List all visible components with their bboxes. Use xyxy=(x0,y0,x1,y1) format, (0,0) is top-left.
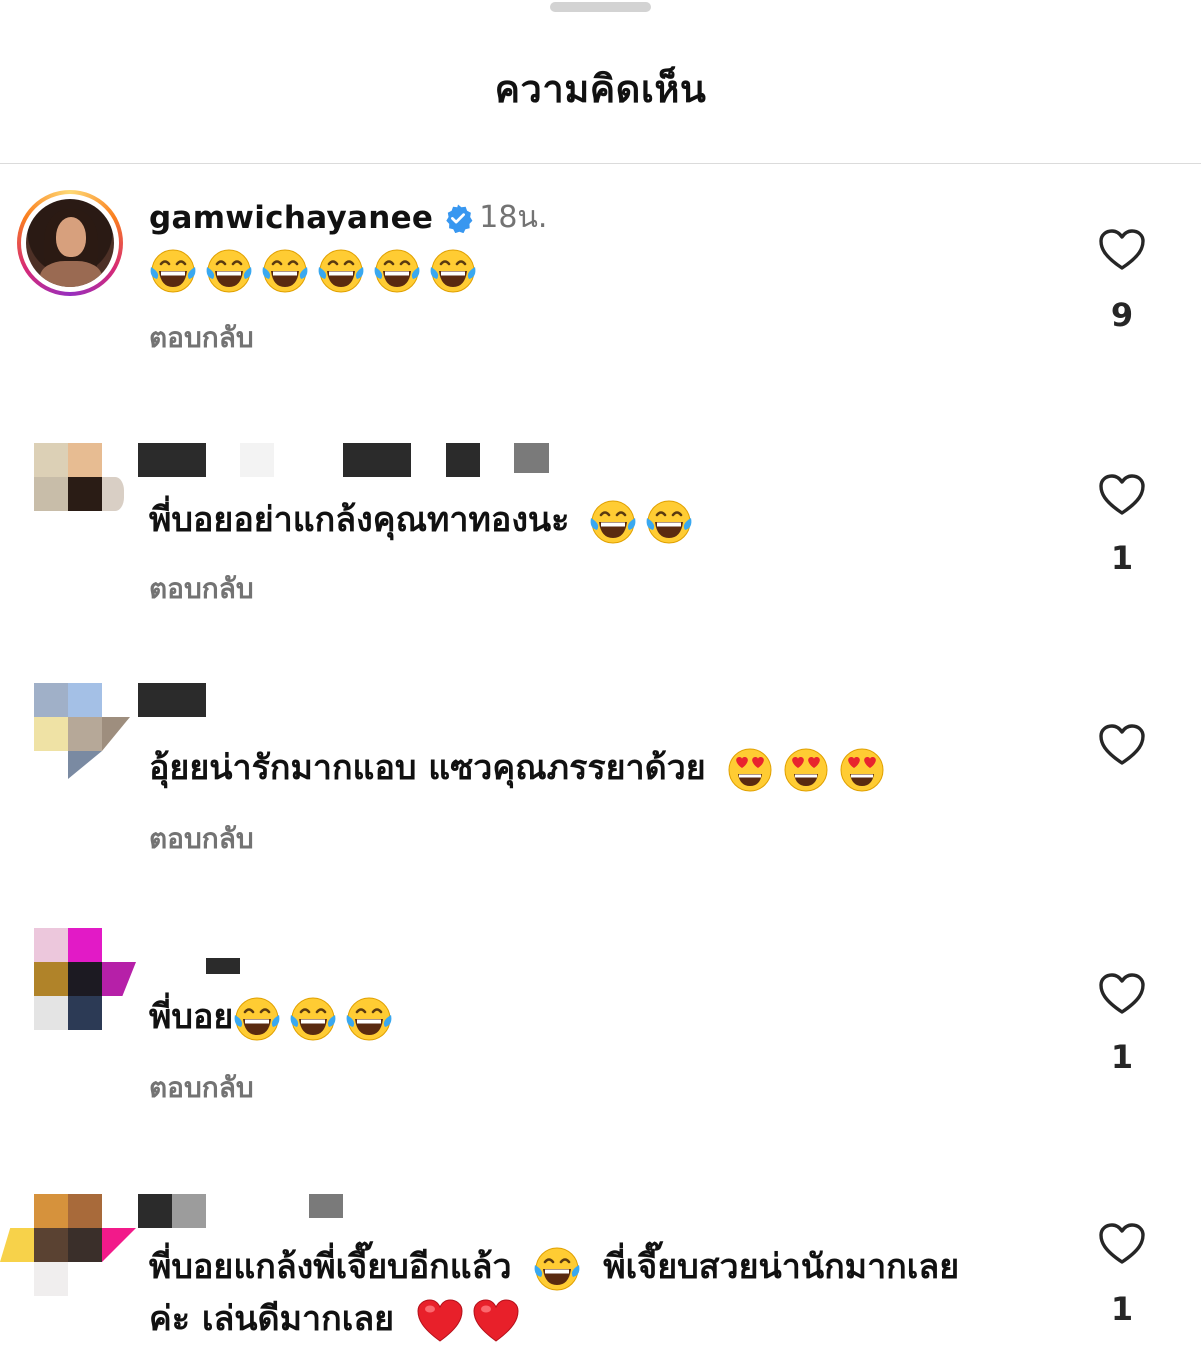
laugh-cry-emoji-icon xyxy=(317,247,365,295)
emoji-row xyxy=(726,746,886,794)
red-heart-emoji-icon xyxy=(472,1297,520,1345)
comment-text: พี่บอยแกล้งพี่เจี๊ยบอีกแล้ว พี่เจี๊ยบสวย… xyxy=(149,1242,959,1293)
comment-text: พี่บอย xyxy=(149,992,393,1043)
reply-button[interactable]: ตอบกลับ xyxy=(149,316,254,360)
comment-text: อุ้ยยน่ารักมากแอบ แซวคุณภรรยาด้วย xyxy=(149,743,886,794)
heart-like-icon[interactable] xyxy=(1098,723,1146,767)
laugh-cry-emoji-icon xyxy=(261,247,309,295)
like-count: 1 xyxy=(1110,1038,1134,1076)
laugh-cry-emoji-icon xyxy=(589,498,637,546)
reply-button[interactable]: ตอบกลับ xyxy=(149,817,254,861)
red-heart-emoji-icon xyxy=(416,1297,464,1345)
emoji-row xyxy=(149,247,477,295)
comment-header-row: gamwichayanee 18น. xyxy=(149,194,547,241)
like-count: 1 xyxy=(1110,539,1134,577)
avatar-pixelated[interactable] xyxy=(0,1194,140,1304)
reply-button[interactable]: ตอบกลับ xyxy=(149,567,254,611)
sheet-grabber-handle[interactable] xyxy=(550,2,651,12)
emoji-row xyxy=(233,995,393,1043)
heart-eyes-emoji-icon xyxy=(838,746,886,794)
heart-like-icon[interactable] xyxy=(1098,1222,1146,1266)
redacted-username xyxy=(138,443,206,477)
laugh-cry-emoji-icon xyxy=(533,1245,581,1293)
heart-eyes-emoji-icon xyxy=(782,746,830,794)
avatar[interactable] xyxy=(17,190,123,296)
avatar-photo xyxy=(26,199,114,287)
like-count: 9 xyxy=(1110,296,1134,334)
verified-badge-icon xyxy=(446,204,473,233)
comments-sheet: ความคิดเห็น gamwichayanee 18น. ตอบกลับ 9… xyxy=(0,0,1201,1365)
avatar-pixelated[interactable] xyxy=(34,443,144,553)
redacted-username xyxy=(206,958,240,974)
page-title: ความคิดเห็น xyxy=(494,67,707,111)
laugh-cry-emoji-icon xyxy=(429,247,477,295)
laugh-cry-emoji-icon xyxy=(345,995,393,1043)
comment-time: 18น. xyxy=(479,200,548,235)
emoji-row xyxy=(589,498,693,546)
comment-text: พี่บอยอย่าแกล้งคุณทาทองนะ xyxy=(149,495,693,546)
laugh-cry-emoji-icon xyxy=(205,247,253,295)
heart-like-icon[interactable] xyxy=(1098,228,1146,272)
heart-like-icon[interactable] xyxy=(1098,972,1146,1016)
redacted-username xyxy=(138,683,206,717)
comment-text-line2: ค่ะ เล่นดีมากเลย xyxy=(149,1294,520,1345)
emoji-row xyxy=(416,1297,520,1345)
comments-header: ความคิดเห็น xyxy=(0,14,1201,164)
laugh-cry-emoji-icon xyxy=(233,995,281,1043)
avatar-pixelated[interactable] xyxy=(34,683,144,793)
laugh-cry-emoji-icon xyxy=(373,247,421,295)
heart-like-icon[interactable] xyxy=(1098,473,1146,517)
redacted-username xyxy=(138,1194,172,1228)
reply-button[interactable]: ตอบกลับ xyxy=(149,1066,254,1110)
laugh-cry-emoji-icon xyxy=(289,995,337,1043)
username[interactable]: gamwichayanee xyxy=(149,200,433,236)
heart-eyes-emoji-icon xyxy=(726,746,774,794)
laugh-cry-emoji-icon xyxy=(645,498,693,546)
emoji-row xyxy=(533,1245,581,1293)
comment-text xyxy=(149,244,477,295)
avatar-pixelated[interactable] xyxy=(34,928,144,1038)
like-count: 1 xyxy=(1110,1290,1134,1328)
laugh-cry-emoji-icon xyxy=(149,247,197,295)
